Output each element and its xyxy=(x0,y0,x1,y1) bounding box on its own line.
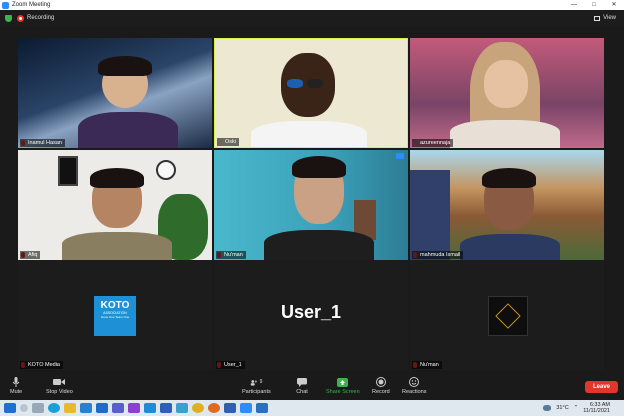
meeting-topbar: Recording View xyxy=(0,10,624,26)
chevron-up-icon[interactable]: ⌃ xyxy=(574,405,579,411)
visual-studio-icon[interactable] xyxy=(128,403,140,413)
grid-view-icon xyxy=(594,15,601,21)
file-explorer-icon[interactable] xyxy=(64,403,76,413)
video-tile-inamul[interactable]: Inamul Hasan xyxy=(18,38,212,148)
view-label: View xyxy=(603,15,616,21)
recording-icon xyxy=(17,14,24,22)
smiley-icon xyxy=(408,377,420,387)
mail-icon[interactable] xyxy=(96,403,108,413)
video-tile-numan[interactable]: Nu'man xyxy=(214,150,408,260)
start-icon[interactable] xyxy=(4,403,16,413)
minimize-button[interactable]: — xyxy=(564,0,584,10)
video-tile-numan-2[interactable]: Nu'man xyxy=(410,260,604,370)
stop-video-button[interactable]: Stop Video xyxy=(46,377,73,395)
clock[interactable]: 6:33 AM 11/11/2021 xyxy=(583,402,610,414)
weather-icon xyxy=(543,405,552,411)
mute-button[interactable]: Mute xyxy=(10,377,22,395)
video-tile-mahmuda[interactable]: mahmuda Ismail xyxy=(410,150,604,260)
participants-label: Participants xyxy=(242,389,271,395)
chat-label: Chat xyxy=(296,389,308,395)
record-icon xyxy=(375,377,387,387)
logo-title: KOTO xyxy=(100,300,130,311)
participant-display-name: User_1 xyxy=(280,302,342,322)
app-icon-3[interactable] xyxy=(256,403,268,413)
participant-name: mahmuda Ismail xyxy=(412,251,464,259)
reactions-label: Reactions xyxy=(402,389,427,395)
window-titlebar: Zoom Meeting — □ ✕ xyxy=(0,0,624,10)
record-button[interactable]: Record xyxy=(372,377,390,395)
participants-count: 9 xyxy=(259,379,263,385)
app-icon[interactable] xyxy=(176,403,188,413)
maximize-button[interactable]: □ xyxy=(584,0,604,10)
more-options-icon[interactable] xyxy=(396,153,404,159)
windows-taskbar: 31°C ⌃ 6:33 AM 11/11/2021 xyxy=(0,400,624,416)
share-screen-label: Share Screen xyxy=(326,389,360,395)
participant-name: User_1 xyxy=(216,361,245,369)
video-grid: Inamul Hasan Oski azureennaja Afiq Nu'ma… xyxy=(18,38,606,370)
reactions-button[interactable]: Reactions xyxy=(402,377,426,395)
record-label: Record xyxy=(372,389,390,395)
recording-label: Recording xyxy=(27,15,55,21)
meeting-toolbar: Mute Stop Video 9 Participants Chat Shar… xyxy=(0,374,624,400)
participant-name: Inamul Hasan xyxy=(20,139,65,147)
security-shield-icon[interactable] xyxy=(5,14,12,22)
firefox-icon[interactable] xyxy=(208,403,220,413)
video-tile-koto[interactable]: KOTO ASSOCIATION Grow One Team One KOTO … xyxy=(18,260,212,370)
video-tile-user1[interactable]: User_1 User_1 xyxy=(214,260,408,370)
system-tray: 31°C ⌃ 6:33 AM 11/11/2021 xyxy=(543,402,610,414)
close-button[interactable]: ✕ xyxy=(604,0,624,10)
chat-button[interactable]: Chat xyxy=(296,377,308,395)
zoom-taskbar-icon[interactable] xyxy=(240,403,252,413)
profile-picture xyxy=(488,296,528,336)
participant-name: Oski xyxy=(217,138,239,146)
task-view-icon[interactable] xyxy=(32,403,44,413)
koto-logo: KOTO ASSOCIATION Grow One Team One xyxy=(94,296,136,336)
participants-button[interactable]: 9 Participants xyxy=(242,377,271,395)
share-screen-button[interactable]: Share Screen xyxy=(326,377,360,395)
leave-button[interactable]: Leave xyxy=(584,381,618,393)
vscode-icon[interactable] xyxy=(144,403,156,413)
view-button[interactable]: View xyxy=(594,15,616,21)
date: 11/11/2021 xyxy=(583,408,610,414)
word-icon[interactable] xyxy=(160,403,172,413)
microphone-icon xyxy=(10,377,22,387)
video-tile-azureennaja[interactable]: azureennaja xyxy=(410,38,604,148)
video-tile-oski[interactable]: Oski xyxy=(214,38,408,148)
participant-name: azureennaja xyxy=(412,139,454,147)
participants-icon: 9 xyxy=(250,377,262,387)
participant-name: Afiq xyxy=(20,251,41,259)
stop-video-label: Stop Video xyxy=(46,389,73,395)
chat-bubble-icon xyxy=(296,377,308,387)
video-camera-icon xyxy=(53,377,66,387)
window-title: Zoom Meeting xyxy=(12,2,51,8)
app-icon-2[interactable] xyxy=(224,403,236,413)
participant-name: Nu'man xyxy=(412,361,442,369)
share-screen-icon xyxy=(337,377,349,387)
search-icon[interactable] xyxy=(20,404,28,412)
participant-name: Nu'man xyxy=(216,251,246,259)
video-tile-afiq[interactable]: Afiq xyxy=(18,150,212,260)
logo-tagline: Grow One Team One xyxy=(100,315,130,319)
temperature: 31°C xyxy=(556,405,569,411)
mute-label: Mute xyxy=(10,389,23,395)
chrome-icon[interactable] xyxy=(192,403,204,413)
teams-icon[interactable] xyxy=(112,403,124,413)
edge-icon[interactable] xyxy=(48,403,60,413)
zoom-app-icon xyxy=(2,1,9,9)
participant-name: KOTO Media xyxy=(20,361,63,369)
store-icon[interactable] xyxy=(80,403,92,413)
